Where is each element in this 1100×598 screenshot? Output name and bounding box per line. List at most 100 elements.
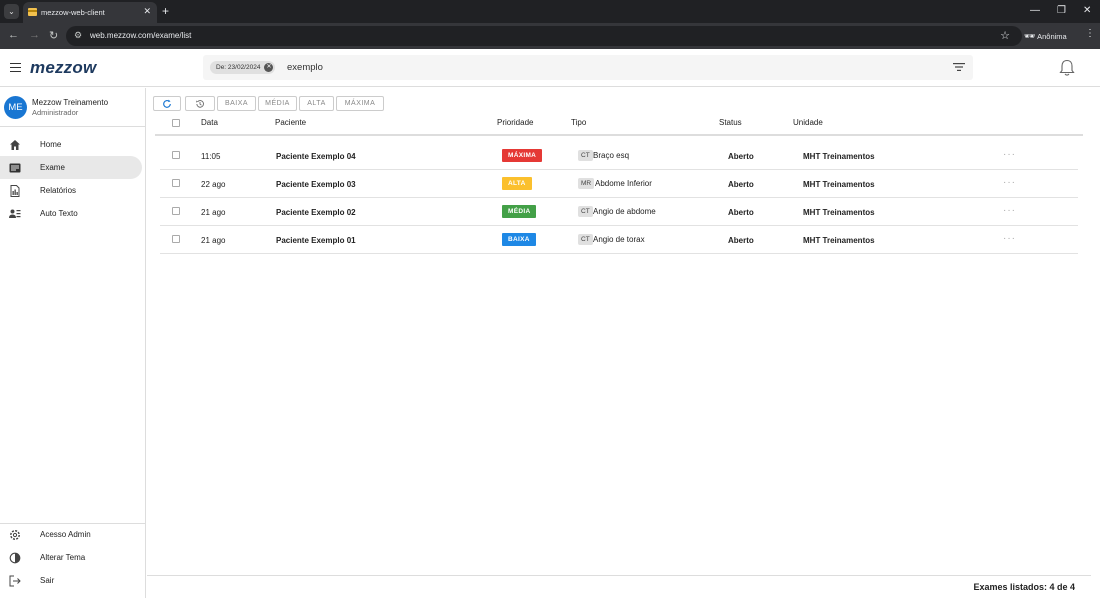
row-exam-type: Abdome Inferior [595, 179, 652, 188]
row-more-icon[interactable]: ··· [1003, 149, 1016, 160]
filter-baixa-button[interactable]: BAIXA [217, 96, 256, 111]
row-more-icon[interactable]: ··· [1003, 233, 1016, 244]
report-icon [10, 185, 20, 197]
filter-alta-button[interactable]: ALTA [299, 96, 334, 111]
row-checkbox[interactable] [172, 151, 180, 159]
row-date: 21 ago [201, 208, 226, 217]
profile-label: Anônima [1037, 32, 1067, 41]
bookmark-star-icon[interactable]: ☆ [1000, 29, 1010, 42]
row-checkbox[interactable] [172, 235, 180, 243]
refresh-icon [163, 99, 171, 108]
row-exam-type: Angio de abdome [593, 207, 656, 216]
row-unit: MHT Treinamentos [803, 152, 875, 161]
main-content: BAIXA MÉDIA ALTA MÁXIMA Data Paciente Pr… [147, 88, 1091, 598]
column-header-tipo[interactable]: Tipo [571, 118, 586, 127]
column-header-data[interactable]: Data [201, 118, 218, 127]
forward-arrow-icon[interactable]: → [29, 29, 40, 41]
row-checkbox[interactable] [172, 207, 180, 215]
select-all-checkbox[interactable] [172, 119, 180, 127]
row-date: 21 ago [201, 236, 226, 245]
sidebar-item-acesso-admin[interactable]: Acesso Admin [0, 523, 142, 546]
incognito-profile-button[interactable]: 🕶 Anônima [1024, 28, 1074, 44]
sidebar-item-alterar-tema[interactable]: Alterar Tema [0, 546, 142, 569]
site-settings-icon[interactable]: ⚙ [74, 30, 82, 41]
sidebar: ME Mezzow Treinamento Administrador Home… [0, 88, 146, 598]
filter-maxima-button[interactable]: MÁXIMA [336, 96, 384, 111]
row-date: 22 ago [201, 180, 226, 189]
row-date: 11:05 [201, 152, 221, 161]
row-exam-type: Angio de torax [593, 235, 645, 244]
address-bar[interactable]: ⚙ web.mezzow.com/exame/list ☆ [66, 26, 1022, 46]
minimize-icon[interactable]: — [1030, 5, 1040, 16]
row-unit: MHT Treinamentos [803, 236, 875, 245]
row-checkbox[interactable] [172, 179, 180, 187]
new-tab-button[interactable]: + [162, 4, 169, 18]
auto-text-icon [9, 209, 21, 218]
table-row[interactable]: 22 ago Paciente Exemplo 03 ALTA MR Abdom… [160, 170, 1078, 198]
chip-remove-icon[interactable]: ✕ [264, 63, 274, 72]
browser-titlebar: ⌄ mezzow-web-client ✕ + — ❐ ✕ [0, 0, 1100, 23]
browser-toolbar: ← → ↻ ⚙ web.mezzow.com/exame/list ☆ 🕶 An… [0, 23, 1100, 49]
row-more-icon[interactable]: ··· [1003, 177, 1016, 188]
browser-menu-icon[interactable]: ⋮ [1085, 28, 1095, 39]
date-filter-label: De: 23/02/2024 [216, 64, 261, 71]
search-bar[interactable]: De: 23/02/2024 ✕ exemplo [203, 55, 973, 80]
back-arrow-icon[interactable]: ← [8, 29, 19, 41]
url-text[interactable]: web.mezzow.com/exame/list [90, 31, 191, 40]
history-button[interactable] [185, 96, 215, 111]
column-header-prioridade[interactable]: Prioridade [497, 118, 533, 127]
hamburger-menu-icon[interactable] [10, 63, 21, 72]
modality-badge: MR [578, 178, 595, 189]
incognito-icon: 🕶 [1024, 31, 1036, 41]
row-unit: MHT Treinamentos [803, 208, 875, 217]
notification-bell-icon[interactable] [1059, 59, 1075, 77]
sidebar-item-auto-texto[interactable]: Auto Texto [0, 202, 142, 225]
restore-icon[interactable]: ❐ [1057, 5, 1066, 16]
app-logo: mezzow [30, 58, 97, 77]
row-more-icon[interactable]: ··· [1003, 205, 1016, 216]
row-patient: Paciente Exemplo 01 [276, 236, 356, 245]
column-header-status[interactable]: Status [719, 118, 742, 127]
list-icon [9, 163, 21, 173]
refresh-button[interactable] [153, 96, 181, 111]
row-status: Aberto [728, 236, 754, 245]
priority-badge: MÁXIMA [502, 149, 543, 162]
filter-media-button[interactable]: MÉDIA [258, 96, 297, 111]
avatar[interactable]: ME [4, 96, 27, 119]
modality-badge: CT [578, 150, 593, 161]
priority-badge: ALTA [502, 177, 532, 190]
window-close-icon[interactable]: ✕ [1083, 5, 1091, 16]
row-status: Aberto [728, 180, 754, 189]
search-input[interactable]: exemplo [287, 62, 323, 73]
table-header-divider [155, 134, 1083, 136]
priority-badge: BAIXA [502, 233, 536, 246]
table-row[interactable]: 11:05 Paciente Exemplo 04 MÁXIMA CT Braç… [160, 142, 1078, 170]
row-patient: Paciente Exemplo 04 [276, 152, 356, 161]
sidebar-item-label: Home [40, 140, 62, 149]
sidebar-item-exame[interactable]: Exame [0, 156, 142, 179]
sidebar-item-home[interactable]: Home [0, 133, 142, 156]
modality-badge: CT [578, 234, 593, 245]
app-header: mezzow De: 23/02/2024 ✕ exemplo [0, 49, 1100, 87]
row-status: Aberto [728, 152, 754, 161]
tab-close-button[interactable]: ✕ [143, 6, 151, 17]
table-row[interactable]: 21 ago Paciente Exemplo 01 BAIXA CT Angi… [160, 226, 1078, 254]
browser-tab[interactable]: mezzow-web-client ✕ [23, 2, 157, 23]
sidebar-item-sair[interactable]: Sair [0, 569, 142, 592]
history-icon [196, 99, 204, 108]
reload-icon[interactable]: ↻ [49, 29, 58, 42]
sidebar-item-label: Acesso Admin [40, 530, 91, 539]
sidebar-item-label: Sair [40, 576, 55, 585]
column-header-unidade[interactable]: Unidade [793, 118, 823, 127]
filter-icon[interactable] [953, 61, 965, 73]
table-row[interactable]: 21 ago Paciente Exemplo 02 MÉDIA CT Angi… [160, 198, 1078, 226]
date-filter-chip[interactable]: De: 23/02/2024 ✕ [210, 61, 276, 74]
row-unit: MHT Treinamentos [803, 180, 875, 189]
column-header-paciente[interactable]: Paciente [275, 118, 306, 127]
page-scrollbar[interactable] [1091, 88, 1100, 598]
row-patient: Paciente Exemplo 03 [276, 180, 356, 189]
sidebar-item-relatorios[interactable]: Relatórios [0, 179, 142, 202]
user-name: Mezzow Treinamento [32, 98, 109, 107]
modality-badge: CT [578, 206, 593, 217]
tab-list-button[interactable]: ⌄ [4, 4, 19, 19]
